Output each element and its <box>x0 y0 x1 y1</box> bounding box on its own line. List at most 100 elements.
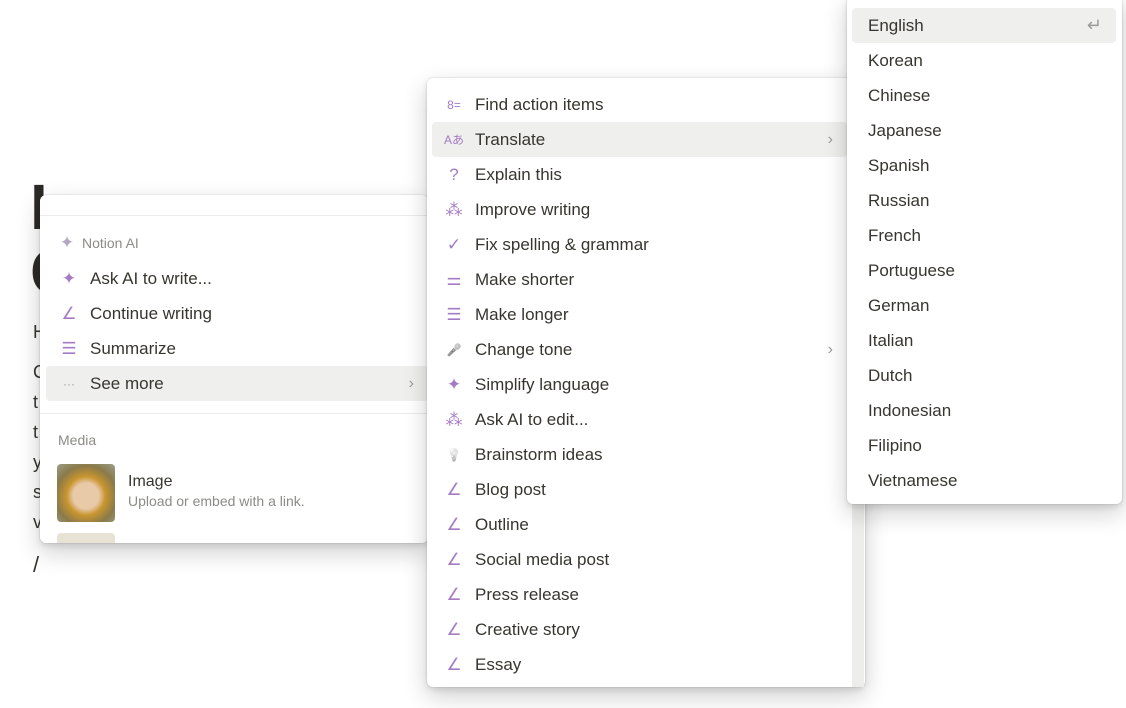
menu-item-find-action-items[interactable]: 8= Find action items <box>432 87 847 122</box>
short-lines-icon: ⚌ <box>446 269 462 289</box>
next-thumbnail <box>57 533 115 543</box>
menu-item-social-media-post[interactable]: ∠ Social media post <box>432 542 847 577</box>
menu-item-outline[interactable]: ∠ Outline <box>432 507 847 542</box>
long-lines-icon: ☰ <box>446 304 462 324</box>
item-label: Ask AI to edit... <box>475 409 589 429</box>
language-option-vietnamese[interactable]: Vietnamese <box>852 463 1116 498</box>
language-label: Japanese <box>868 120 942 140</box>
language-option-korean[interactable]: Korean <box>852 43 1116 78</box>
pen-icon: ∠ <box>446 549 462 569</box>
item-label: See more <box>90 373 164 393</box>
language-option-portuguese[interactable]: Portuguese <box>852 253 1116 288</box>
burst-icon: ⁂ <box>445 409 463 429</box>
language-option-filipino[interactable]: Filipino <box>852 428 1116 463</box>
pen-icon: ∠ <box>446 654 462 674</box>
chevron-right-icon: › <box>827 340 833 358</box>
language-label: Vietnamese <box>868 470 958 490</box>
item-label: Blog post <box>475 479 546 499</box>
slash-command-menu: ✦ Notion AI ✦ Ask AI to write... ∠ Continue … <box>40 195 428 543</box>
burst-icon: ⁂ <box>445 199 463 219</box>
language-menu: English ↵ Korean Chinese Japanese Spanish Russ… <box>847 0 1122 504</box>
menu-item-see-more[interactable]: ··· See more › <box>46 366 428 401</box>
item-label: Ask AI to write... <box>90 268 212 288</box>
item-label: Explain this <box>475 164 562 184</box>
item-label: Brainstorm ideas <box>475 444 603 464</box>
item-label: Summarize <box>90 338 176 358</box>
item-label: Make longer <box>475 304 569 324</box>
language-option-russian[interactable]: Russian <box>852 183 1116 218</box>
item-label: Creative story <box>475 619 580 639</box>
check-icon: ✓ <box>446 234 462 254</box>
menu-item-press-release[interactable]: ∠ Press release <box>432 577 847 612</box>
language-option-italian[interactable]: Italian <box>852 323 1116 358</box>
language-option-japanese[interactable]: Japanese <box>852 113 1116 148</box>
language-label: Chinese <box>868 85 931 105</box>
sparkle-icon: ✦ <box>59 233 75 252</box>
language-option-dutch[interactable]: Dutch <box>852 358 1116 393</box>
language-option-spanish[interactable]: Spanish <box>852 148 1116 183</box>
menu-item-brainstorm-ideas[interactable]: 💡 Brainstorm ideas <box>432 437 847 472</box>
media-desc: Upload or embed with a link. <box>128 493 305 509</box>
menu-item-make-shorter[interactable]: ⚌ Make shorter <box>432 262 847 297</box>
language-option-french[interactable]: French <box>852 218 1116 253</box>
ai-actions-menu: 8= Find action items Aあ Translate ›? Explain … <box>427 78 865 687</box>
item-label: Continue writing <box>90 303 212 323</box>
menu-item-blog-post[interactable]: ∠ Blog post <box>432 472 847 507</box>
language-label: Indonesian <box>868 400 952 420</box>
item-label: Fix spelling & grammar <box>475 234 649 254</box>
item-label: Translate <box>475 129 546 149</box>
pen-icon: ∠ <box>446 619 462 639</box>
menu-item-fix-spelling-grammar[interactable]: ✓ Fix spelling & grammar <box>432 227 847 262</box>
pen-icon: ∠ <box>446 479 462 499</box>
language-label: Italian <box>868 330 914 350</box>
menu-item-ask-ai-to-write[interactable]: ✦ Ask AI to write... <box>46 261 428 296</box>
enter-icon: ↵ <box>1086 15 1102 35</box>
language-label: Dutch <box>868 365 913 385</box>
menu-item-change-tone[interactable]: 🎤 Change tone › <box>432 332 847 367</box>
language-label: German <box>868 295 930 315</box>
item-label: Outline <box>475 514 529 534</box>
menu-item-ask-ai-to-edit[interactable]: ⁂ Ask AI to edit... <box>432 402 847 437</box>
pen-icon: ∠ <box>446 584 462 604</box>
menu-item-simplify-language[interactable]: ✦ Simplify language <box>432 367 847 402</box>
language-option-english[interactable]: English ↵ <box>852 8 1116 43</box>
section-media: Media <box>58 432 97 448</box>
language-label: Filipino <box>868 435 922 455</box>
menu-item-creative-story[interactable]: ∠ Creative story <box>432 612 847 647</box>
sparkle-icon: ✦ <box>61 268 77 288</box>
microphone-icon: 🎤 <box>446 342 462 357</box>
item-label: Press release <box>475 584 579 604</box>
summary-icon: ☰ <box>61 338 77 358</box>
sparkle-icon: ✦ <box>446 374 462 394</box>
menu-item-summarize[interactable]: ☰ Summarize <box>46 331 428 366</box>
text-cursor[interactable]: / <box>33 552 39 578</box>
chevron-right-icon: › <box>827 130 833 148</box>
language-option-chinese[interactable]: Chinese <box>852 78 1116 113</box>
item-label: Essay <box>475 654 522 674</box>
language-label: French <box>868 225 921 245</box>
menu-item-continue-writing[interactable]: ∠ Continue writing <box>46 296 428 331</box>
body-text-fragment: t <box>33 422 39 442</box>
item-label: Change tone <box>475 339 573 359</box>
menu-item-translate[interactable]: Aあ Translate › <box>432 122 847 157</box>
item-label: Improve writing <box>475 199 591 219</box>
language-label: Korean <box>868 50 923 70</box>
menu-item-improve-writing[interactable]: ⁂ Improve writing <box>432 192 847 227</box>
language-option-german[interactable]: German <box>852 288 1116 323</box>
menu-item-essay[interactable]: ∠ Essay <box>432 647 847 682</box>
body-text-fragment: t <box>33 392 39 412</box>
more-icon: ··· <box>63 376 75 391</box>
image-thumbnail <box>57 464 115 522</box>
pen-icon: ∠ <box>61 303 77 323</box>
language-label: English <box>868 15 924 35</box>
menu-item-make-longer[interactable]: ☰ Make longer <box>432 297 847 332</box>
question-icon: ? <box>449 164 459 184</box>
media-item-image[interactable]: Image Upload or embed with a link. <box>57 464 305 522</box>
translate-icon: Aあ <box>443 133 464 147</box>
menu-item-explain-this[interactable]: ? Explain this <box>432 157 847 192</box>
section-notion-ai: ✦ Notion AI <box>58 233 139 253</box>
language-label: Spanish <box>868 155 930 175</box>
language-option-indonesian[interactable]: Indonesian <box>852 393 1116 428</box>
checklist-icon: 8= <box>447 97 461 112</box>
media-title: Image <box>128 473 173 490</box>
